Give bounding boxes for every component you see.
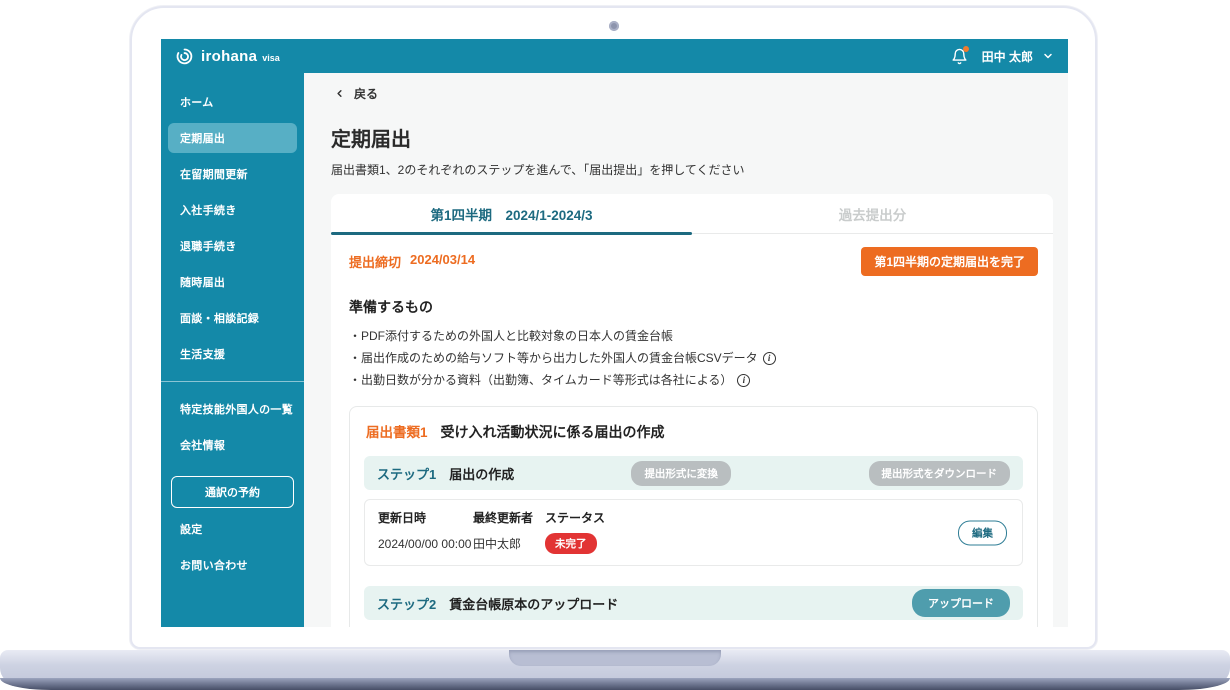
tab-past-submissions[interactable]: 過去提出分	[692, 194, 1053, 233]
report-panel: 第1四半期 2024/1-2024/3 過去提出分 提出締切	[331, 194, 1053, 627]
user-menu[interactable]: 田中 太郎	[982, 48, 1054, 65]
logo-subtext: visa	[262, 53, 280, 63]
tab-current-quarter[interactable]: 第1四半期 2024/1-2024/3	[331, 194, 692, 233]
list-item: ・PDF添付するための外国人と比較対象の日本人の賃金台帳	[349, 325, 1038, 347]
step1-label: ステップ1	[377, 464, 436, 483]
prepare-section-title: 準備するもの	[349, 297, 1038, 317]
step2-label: ステップ2	[377, 594, 436, 613]
convert-format-button[interactable]: 提出形式に変換	[631, 461, 731, 486]
document-number-badge: 届出書類1	[366, 421, 428, 441]
laptop-mockup: irohana visa 田中 太郎	[0, 0, 1230, 690]
notification-bell-icon[interactable]	[951, 48, 968, 65]
sidebar-item-interview-records[interactable]: 面談・相談記録	[168, 303, 297, 333]
page-title: 定期届出	[331, 123, 1053, 152]
upload-button[interactable]: アップロード	[912, 589, 1010, 617]
laptop-notch	[509, 650, 721, 666]
sidebar-item-periodic-report[interactable]: 定期届出	[168, 123, 297, 153]
prepare-item-text: ・出勤日数が分かる資料（出勤簿、タイムカード等形式は各社による）	[349, 369, 732, 391]
notification-badge-dot	[963, 46, 969, 52]
webcam-dot	[609, 21, 619, 31]
step1-header-row: ステップ1 届出の作成 提出形式に変換 提出形式をダウンロード	[364, 456, 1023, 490]
sidebar-item-adhoc-report[interactable]: 随時届出	[168, 267, 297, 297]
chevron-left-icon	[334, 88, 345, 99]
page-subtitle: 届出書類1、2のそれぞれのステップを進んで、「届出提出」を押してください	[331, 161, 1053, 178]
submission-deadline: 提出締切 2024/03/14	[349, 252, 475, 271]
tab-bar: 第1四半期 2024/1-2024/3 過去提出分	[331, 194, 1053, 234]
active-tab-underline	[331, 232, 692, 235]
col-last-updater: 最終更新者	[473, 509, 545, 526]
download-format-button[interactable]: 提出形式をダウンロード	[869, 461, 1011, 486]
deadline-date: 2024/03/14	[410, 252, 475, 271]
prepare-item-text: ・PDF添付するための外国人と比較対象の日本人の賃金台帳	[349, 325, 673, 347]
step2-header-row: ステップ2 賃金台帳原本のアップロード アップロード	[364, 586, 1023, 620]
laptop-base	[0, 650, 1230, 684]
main-content: 戻る 定期届出 届出書類1、2のそれぞれのステップを進んで、「届出提出」を押して…	[304, 73, 1068, 627]
logo-swirl-icon	[175, 47, 194, 66]
step1-title: 届出の作成	[449, 464, 514, 483]
sidebar-divider	[161, 381, 304, 382]
sidebar: ホーム 定期届出 在留期間更新 入社手続き 退職手続き 随時届出 面談・相談記録…	[161, 73, 304, 627]
back-label: 戻る	[354, 85, 378, 102]
app-screen: irohana visa 田中 太郎	[161, 39, 1068, 627]
deadline-label: 提出締切	[349, 252, 401, 271]
step2-title: 賃金台帳原本のアップロード	[449, 594, 618, 613]
sidebar-item-life-support[interactable]: 生活支援	[168, 339, 297, 369]
logo-text: irohana	[201, 48, 257, 65]
list-item: ・出勤日数が分かる資料（出勤簿、タイムカード等形式は各社による） i	[349, 369, 1038, 391]
info-icon[interactable]: i	[737, 374, 750, 387]
chevron-down-icon	[1042, 50, 1054, 62]
step1-status-table: 更新日時 最終更新者 ステータス 2024/00/00 00:00 田中太郎 未…	[364, 499, 1023, 566]
tab-current-label: 第1四半期 2024/1-2024/3	[430, 204, 592, 224]
status-badge: 未完了	[545, 533, 597, 554]
back-button[interactable]: 戻る	[334, 85, 1053, 102]
sidebar-item-home[interactable]: ホーム	[168, 87, 297, 117]
info-icon[interactable]: i	[763, 352, 776, 365]
app-logo[interactable]: irohana visa	[175, 47, 280, 66]
interpreter-reservation-button[interactable]: 通訳の予約	[171, 476, 294, 508]
laptop-lid: irohana visa 田中 太郎	[130, 6, 1097, 649]
edit-button[interactable]: 編集	[958, 520, 1007, 545]
sidebar-item-residence-renewal[interactable]: 在留期間更新	[168, 159, 297, 189]
sidebar-item-onboarding[interactable]: 入社手続き	[168, 195, 297, 225]
document-title: 受け入れ活動状況に係る届出の作成	[441, 422, 665, 442]
col-updated-at: 更新日時	[378, 509, 473, 526]
updated-at-value: 2024/00/00 00:00	[378, 537, 473, 551]
prepare-item-text: ・届出作成のための給与ソフト等から出力した外国人の賃金台帳CSVデータ	[349, 347, 758, 369]
sidebar-item-resignation[interactable]: 退職手続き	[168, 231, 297, 261]
laptop-base-edge	[0, 678, 1230, 690]
sidebar-item-company-info[interactable]: 会社情報	[168, 430, 297, 460]
table-row: 2024/00/00 00:00 田中太郎 未完了	[378, 533, 1009, 554]
sidebar-item-settings[interactable]: 設定	[168, 514, 297, 544]
prepare-list: ・PDF添付するための外国人と比較対象の日本人の賃金台帳 ・届出作成のための給与…	[349, 325, 1038, 391]
tab-past-label: 過去提出分	[839, 204, 907, 224]
list-item: ・届出作成のための給与ソフト等から出力した外国人の賃金台帳CSVデータ i	[349, 347, 1038, 369]
user-name: 田中 太郎	[982, 48, 1033, 65]
sidebar-item-contact[interactable]: お問い合わせ	[168, 550, 297, 580]
top-bar: irohana visa 田中 太郎	[161, 39, 1068, 73]
col-status: ステータス	[545, 509, 1009, 526]
complete-quarter-report-button[interactable]: 第1四半期の定期届出を完了	[861, 247, 1038, 276]
document-1-card: 届出書類1 受け入れ活動状況に係る届出の作成 ステップ1 届出の作成 提出形式に…	[349, 406, 1038, 627]
sidebar-item-foreign-workers-list[interactable]: 特定技能外国人の一覧	[168, 394, 297, 424]
last-updater-value: 田中太郎	[473, 535, 545, 552]
